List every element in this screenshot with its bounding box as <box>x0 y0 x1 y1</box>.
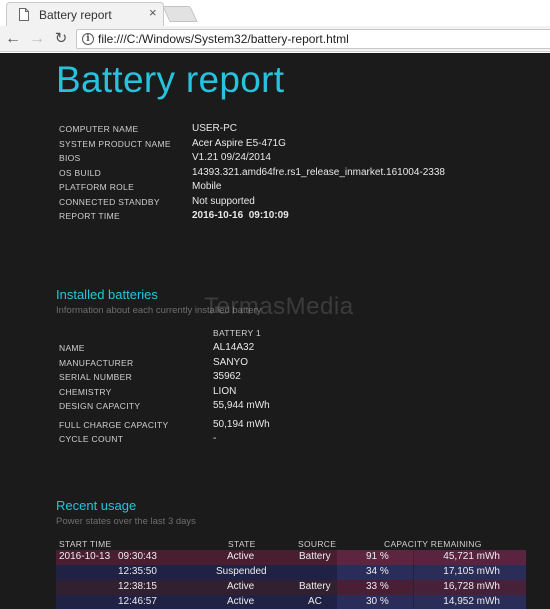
battery-label: FULL CHARGE CAPACITY <box>59 419 169 430</box>
usage-source: Battery <box>299 551 331 562</box>
back-arrow-icon[interactable]: ← <box>4 30 22 48</box>
sysinfo-value: USER-PC <box>192 123 238 134</box>
usage-mwh: 14,952 mWh <box>443 596 500 607</box>
usage-row: 12:38:15 Active Battery 33 % 16,728 mWh <box>56 580 526 595</box>
usage-state: Active <box>227 581 255 592</box>
usage-row: 12:35:50 Suspended 34 % 17,105 mWh <box>56 565 526 580</box>
installed-batteries-heading: Installed batteries <box>56 287 158 302</box>
sysinfo-value: V1.21 09/24/2014 <box>192 152 271 163</box>
forward-arrow-icon[interactable]: → <box>28 30 46 48</box>
usage-state: Active <box>227 551 255 562</box>
report-page: Battery report COMPUTER NAME USER-PC SYS… <box>0 53 550 609</box>
usage-mwh: 16,728 mWh <box>443 581 500 592</box>
col-capacity-remaining: CAPACITY REMAINING <box>384 539 482 549</box>
watermark-logo: TermasMedia <box>204 293 354 320</box>
sysinfo-label: BIOS <box>59 153 81 163</box>
usage-time: 12:46:57 <box>118 596 157 607</box>
usage-percent: 91 % <box>366 551 389 562</box>
sysinfo-label: OS BUILD <box>59 167 102 178</box>
usage-percent: 33 % <box>366 581 389 592</box>
col-source: SOURCE <box>298 539 337 549</box>
usage-state: Active <box>227 596 255 607</box>
sysinfo-label: PLATFORM ROLE <box>59 182 135 192</box>
col-state: STATE <box>228 539 256 549</box>
usage-state: Suspended <box>216 566 267 577</box>
url-text[interactable]: file:///C:/Windows/System32/battery-repo… <box>98 32 349 46</box>
battery-label: MANUFACTURER <box>59 357 134 368</box>
address-bar[interactable]: i file:///C:/Windows/System32/battery-re… <box>76 29 550 49</box>
sysinfo-label: COMPUTER NAME <box>59 124 139 134</box>
battery-value: SANYO <box>213 356 249 368</box>
usage-time: 12:38:15 <box>118 581 157 592</box>
sysinfo-label: SYSTEM PRODUCT NAME <box>59 138 171 149</box>
tab-battery-report[interactable]: Battery report × <box>6 2 164 26</box>
sysinfo-value: Acer Aspire E5-471G <box>192 137 286 149</box>
usage-mwh: 45,721 mWh <box>443 551 500 562</box>
tab-title: Battery report <box>39 8 112 22</box>
sysinfo-label: REPORT TIME <box>59 211 120 221</box>
usage-source: Battery <box>299 581 331 592</box>
battery-label: CHEMISTRY <box>59 386 112 397</box>
battery-label: DESIGN CAPACITY <box>59 401 141 411</box>
page-title: Battery report <box>56 59 285 100</box>
battery-value: - <box>213 433 217 444</box>
battery-label: SERIAL NUMBER <box>59 372 133 382</box>
battery-value: AL14A32 <box>213 342 255 353</box>
sysinfo-value: 14393.321.amd64fre.rs1_release_inmarket.… <box>192 166 445 178</box>
usage-date: 2016-10-13 <box>59 551 111 562</box>
sysinfo-label: CONNECTED STANDBY <box>59 196 160 207</box>
browser-toolbar: ← → ↻ i file:///C:/Windows/System32/batt… <box>0 26 550 52</box>
recent-usage-heading: Recent usage <box>56 498 137 513</box>
battery-value: 50,194 mWh <box>213 418 270 430</box>
usage-mwh: 17,105 mWh <box>443 566 500 577</box>
battery-value: 55,944 mWh <box>213 400 270 411</box>
battery-value: 35962 <box>213 371 241 382</box>
recent-usage-table: START TIME STATE SOURCE CAPACITY REMAINI… <box>56 537 526 609</box>
tab-strip: Battery report × <box>0 0 550 26</box>
usage-time: 09:30:43 <box>118 551 157 562</box>
usage-time: 12:35:50 <box>118 566 157 577</box>
info-icon[interactable]: i <box>82 33 94 45</box>
recent-usage-subheading: Power states over the last 3 days <box>56 516 196 527</box>
report-time-value: 2016-10-16 09:10:09 <box>192 210 289 221</box>
battery-label: CYCLE COUNT <box>59 434 124 444</box>
col-start-time: START TIME <box>59 539 112 549</box>
usage-percent: 34 % <box>366 566 389 577</box>
battery-value: LION <box>213 385 237 397</box>
usage-source: AC <box>308 596 322 607</box>
close-tab-icon[interactable]: × <box>149 6 157 20</box>
reload-icon[interactable]: ↻ <box>52 30 70 48</box>
sysinfo-value: Not supported <box>192 195 255 207</box>
new-tab-button[interactable] <box>162 6 198 22</box>
document-icon <box>19 8 29 21</box>
usage-percent: 30 % <box>366 596 389 607</box>
battery-column-header: BATTERY 1 <box>213 328 262 338</box>
usage-row: 2016-10-13 09:30:43 Active Battery 91 % … <box>56 550 526 565</box>
usage-row: 12:46:57 Active AC 30 % 14,952 mWh <box>56 595 526 609</box>
sysinfo-value: Mobile <box>192 181 222 192</box>
usage-table-header: START TIME STATE SOURCE CAPACITY REMAINI… <box>56 537 526 550</box>
battery-label: NAME <box>59 343 85 353</box>
